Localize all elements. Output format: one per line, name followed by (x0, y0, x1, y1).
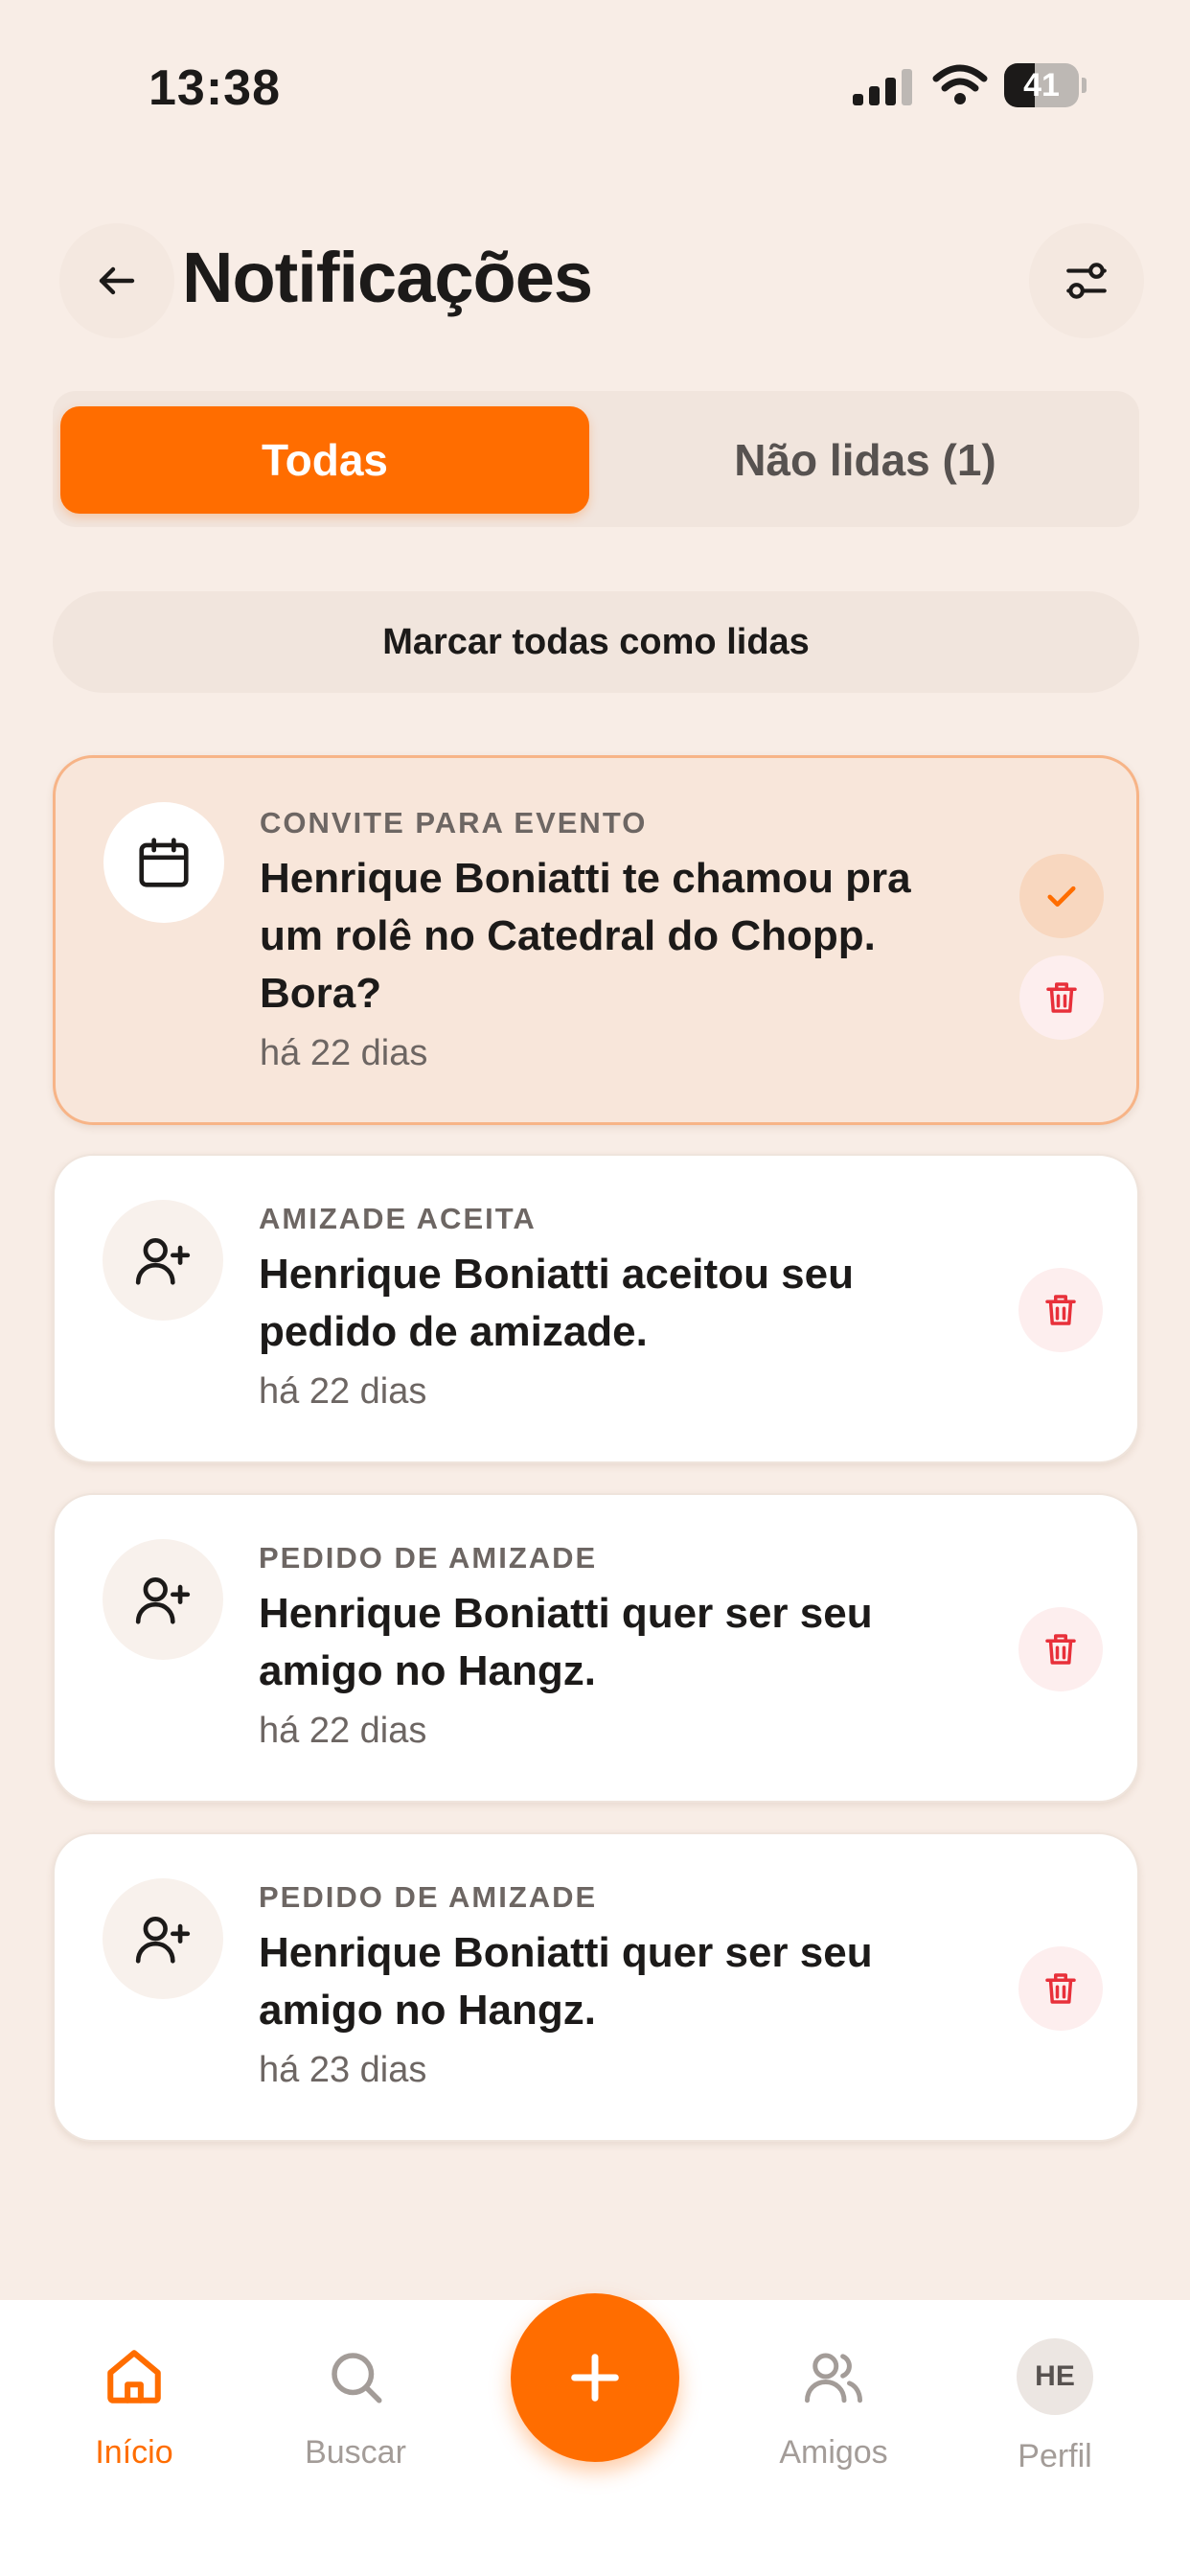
trash-icon (1045, 1295, 1076, 1325)
notification-icon-circle (103, 802, 224, 923)
home-icon (107, 2350, 161, 2404)
delete-button[interactable] (1018, 1268, 1103, 1352)
notification-message: Henrique Boniatti aceitou seu pedido de … (259, 1251, 854, 1355)
plus-icon (571, 2354, 619, 2402)
user-plus-icon (135, 1238, 191, 1285)
user-plus-icon (135, 1917, 191, 1964)
mark-read-button[interactable] (1019, 854, 1104, 938)
notification-message: Henrique Boniatti te chamou pra um rolê … (260, 855, 911, 1017)
nav-label: Buscar (305, 2434, 406, 2471)
arrow-left-icon (99, 266, 135, 295)
status-time: 13:38 (149, 60, 281, 116)
notification-time: há 22 dias (259, 1711, 427, 1751)
notification-time: há 22 dias (260, 1033, 428, 1073)
battery-icon: 41 (1004, 63, 1087, 107)
check-icon (1047, 886, 1076, 908)
mark-all-read-button[interactable]: Marcar todas como lidas (53, 591, 1139, 693)
nav-home[interactable]: Início (38, 2338, 230, 2472)
tab-all[interactable]: Todas (60, 406, 589, 514)
notification-category: AMIZADE ACEITA (259, 1202, 537, 1235)
back-button[interactable] (59, 223, 174, 338)
notification-card[interactable]: AMIZADE ACEITA Henrique Boniatti aceitou… (53, 1154, 1139, 1463)
notifications-screen: 13:38 41 Notificações Todas Não lidas (1… (0, 0, 1190, 2576)
notification-card[interactable]: PEDIDO DE AMIZADE Henrique Boniatti quer… (53, 1493, 1139, 1803)
delete-button[interactable] (1018, 1607, 1103, 1691)
notification-message: Henrique Boniatti quer ser seu amigo no … (259, 1590, 873, 1694)
trash-icon (1045, 1973, 1076, 2004)
notification-time: há 23 dias (259, 2050, 427, 2090)
page-title: Notificações (182, 238, 593, 317)
nav-label: Amigos (779, 2434, 888, 2471)
user-plus-icon (135, 1577, 191, 1624)
search-icon (332, 2353, 382, 2404)
notification-message: Henrique Boniatti quer ser seu amigo no … (259, 1929, 873, 2034)
notification-category: PEDIDO DE AMIZADE (259, 1541, 598, 1575)
notification-content: PEDIDO DE AMIZADE Henrique Boniatti quer… (259, 1878, 949, 2095)
notification-icon-circle (103, 1539, 223, 1660)
trash-icon (1046, 982, 1077, 1013)
tab-bar: Todas Não lidas (1) (53, 391, 1139, 527)
nav-search[interactable]: Buscar (260, 2338, 451, 2472)
sliders-icon (1066, 263, 1107, 299)
notification-content: PEDIDO DE AMIZADE Henrique Boniatti quer… (259, 1539, 949, 1756)
nav-label: Início (95, 2434, 173, 2471)
battery-level: 41 (1023, 67, 1060, 104)
nav-profile[interactable]: HE Perfil (959, 2338, 1151, 2475)
status-bar: 13:38 41 (0, 0, 1190, 172)
delete-button[interactable] (1019, 955, 1104, 1040)
calendar-icon (139, 838, 189, 887)
create-button[interactable] (511, 2293, 679, 2462)
tab-unread[interactable]: Não lidas (1) (599, 406, 1132, 514)
notification-content: CONVITE PARA EVENTO Henrique Boniatti te… (260, 804, 950, 1078)
notification-card[interactable]: CONVITE PARA EVENTO Henrique Boniatti te… (53, 755, 1139, 1125)
users-icon (805, 2353, 862, 2404)
notification-card[interactable]: PEDIDO DE AMIZADE Henrique Boniatti quer… (53, 1832, 1139, 2142)
signal-icon (853, 69, 912, 105)
notification-icon-circle (103, 1878, 223, 1999)
notification-category: CONVITE PARA EVENTO (260, 806, 648, 840)
wifi-icon (932, 64, 988, 104)
trash-icon (1045, 1634, 1076, 1665)
avatar: HE (1017, 2338, 1093, 2415)
notification-category: PEDIDO DE AMIZADE (259, 1880, 598, 1914)
notification-content: AMIZADE ACEITA Henrique Boniatti aceitou… (259, 1200, 949, 1416)
notification-time: há 22 dias (259, 1371, 427, 1412)
notification-icon-circle (103, 1200, 223, 1321)
nav-friends[interactable]: Amigos (738, 2338, 929, 2472)
delete-button[interactable] (1018, 1946, 1103, 2031)
nav-label: Perfil (1018, 2438, 1092, 2474)
filter-button[interactable] (1029, 223, 1144, 338)
